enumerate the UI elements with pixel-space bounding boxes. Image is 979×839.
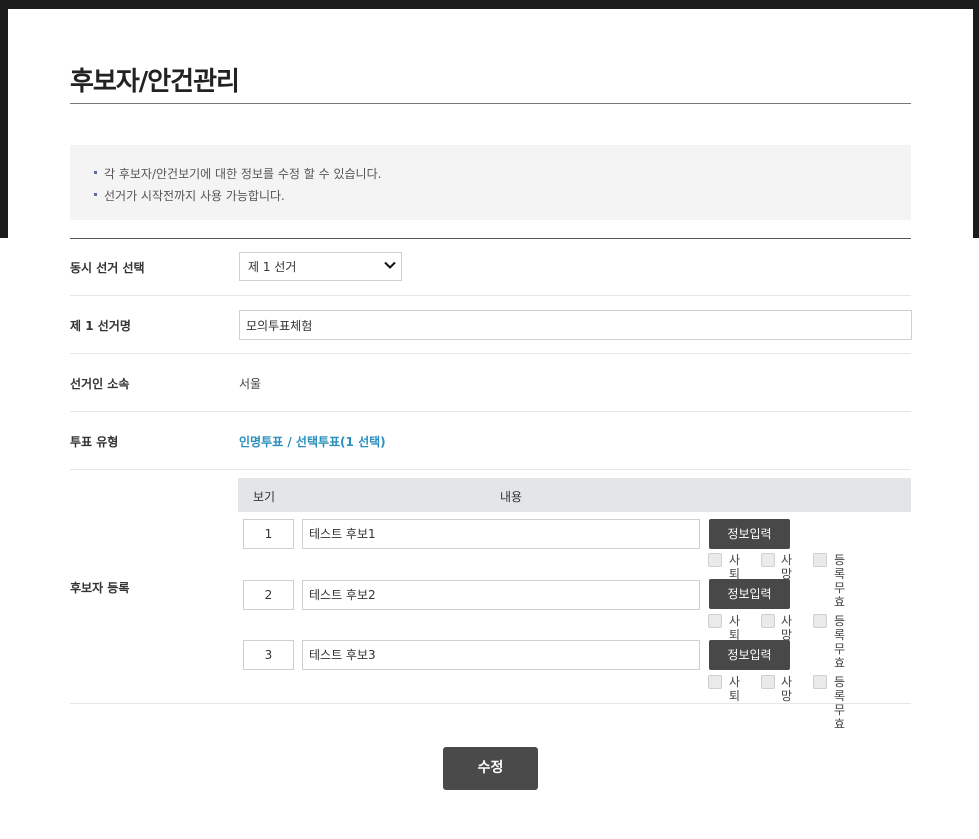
submit-edit-button[interactable]: 수정 xyxy=(443,747,538,790)
chevron-down-icon xyxy=(384,261,396,269)
info-input-button[interactable]: 정보입력 xyxy=(709,519,790,549)
vote-type-label: 투표 유형 xyxy=(70,435,119,449)
candidate-table-header: 보기 내용 xyxy=(238,478,911,512)
form-divider xyxy=(70,238,911,239)
invalid-registration-checkbox[interactable] xyxy=(813,553,827,567)
bullet-icon xyxy=(94,193,97,196)
candidate-number-input[interactable]: 2 xyxy=(243,580,294,610)
notice-item: 선거가 시작전까지 사용 가능합니다. xyxy=(94,187,285,204)
invalid-registration-label: 등록무효 xyxy=(834,614,846,670)
invalid-registration-checkbox[interactable] xyxy=(813,614,827,628)
election-name-label: 제 1 선거명 xyxy=(70,319,131,333)
row-divider xyxy=(70,353,911,354)
resign-checkbox[interactable] xyxy=(708,675,722,689)
election-select-value: 제 1 선거 xyxy=(248,260,297,274)
row-divider xyxy=(70,469,911,470)
candidate-management-panel: 후보자/안건관리 각 후보자/안건보기에 대한 정보를 수정 할 수 있습니다.… xyxy=(8,9,973,839)
row-divider xyxy=(70,411,911,412)
bullet-icon xyxy=(94,171,97,174)
notice-item: 각 후보자/안건보기에 대한 정보를 수정 할 수 있습니다. xyxy=(94,165,381,182)
candidate-name-input[interactable]: 테스트 후보2 xyxy=(302,580,700,610)
resign-label: 사퇴 xyxy=(729,675,741,703)
resign-checkbox[interactable] xyxy=(708,553,722,567)
candidate-name-input[interactable]: 테스트 후보1 xyxy=(302,519,700,549)
deceased-label: 사망 xyxy=(781,675,793,703)
deceased-checkbox[interactable] xyxy=(761,675,775,689)
deceased-checkbox[interactable] xyxy=(761,553,775,567)
deceased-label: 사망 xyxy=(781,553,793,581)
deceased-checkbox[interactable] xyxy=(761,614,775,628)
election-name-input[interactable]: 모의투표체험 xyxy=(239,310,912,340)
vote-type-value: 인명투표 / 선택투표(1 선택) xyxy=(239,435,386,449)
candidate-number-input[interactable]: 1 xyxy=(243,519,294,549)
row-divider xyxy=(70,703,911,704)
resign-label: 사퇴 xyxy=(729,614,741,642)
notice-box: 각 후보자/안건보기에 대한 정보를 수정 할 수 있습니다. 선거가 시작전까… xyxy=(70,145,911,220)
resign-label: 사퇴 xyxy=(729,553,741,581)
voter-affiliation-label: 선거인 소속 xyxy=(70,377,130,391)
candidate-number-input[interactable]: 3 xyxy=(243,640,294,670)
page-title: 후보자/안건관리 xyxy=(70,67,240,97)
info-input-button[interactable]: 정보입력 xyxy=(709,579,790,609)
voter-affiliation-value: 서울 xyxy=(239,377,262,391)
resign-checkbox[interactable] xyxy=(708,614,722,628)
info-input-button[interactable]: 정보입력 xyxy=(709,640,790,670)
invalid-registration-label: 등록무효 xyxy=(834,553,846,609)
invalid-registration-checkbox[interactable] xyxy=(813,675,827,689)
column-header-view: 보기 xyxy=(253,490,276,504)
column-header-content: 내용 xyxy=(500,490,523,504)
row-divider xyxy=(70,295,911,296)
election-select[interactable]: 제 1 선거 xyxy=(239,252,402,281)
simultaneous-election-label: 동시 선거 선택 xyxy=(70,261,145,275)
candidate-name-input[interactable]: 테스트 후보3 xyxy=(302,640,700,670)
deceased-label: 사망 xyxy=(781,614,793,642)
title-divider xyxy=(70,103,911,104)
candidate-registration-label: 후보자 등록 xyxy=(70,581,130,595)
